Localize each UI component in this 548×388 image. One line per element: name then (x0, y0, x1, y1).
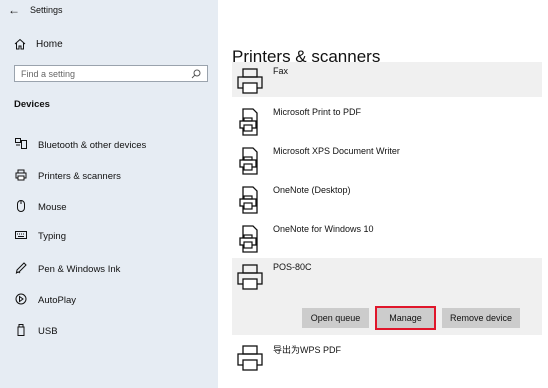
autoplay-icon (14, 293, 28, 308)
printer-item-onenote-win10[interactable]: OneNote for Windows 10 (232, 220, 542, 256)
printer-icon (237, 345, 263, 371)
window-title: Settings (30, 5, 63, 15)
home-icon (14, 38, 26, 50)
printer-name: 导出为WPS PDF (273, 345, 342, 355)
printer-item-onenote-desktop[interactable]: OneNote (Desktop) (232, 181, 542, 217)
title-bar: ← Settings (8, 3, 63, 17)
printer-item-fax[interactable]: Fax (232, 62, 542, 97)
printer-name: POS-80C (273, 262, 312, 272)
printer-name: Microsoft Print to PDF (273, 107, 362, 117)
printer-item-wps-pdf[interactable]: 导出为WPS PDF (232, 339, 542, 375)
printer-item-ms-print-to-pdf[interactable]: Microsoft Print to PDF (232, 103, 542, 139)
home-label: Home (36, 38, 63, 50)
search-icon (191, 69, 201, 78)
sidebar-item-mouse[interactable]: Mouse (14, 200, 67, 215)
settings-window: ← Settings Home Find a setting Devices B… (0, 0, 548, 388)
pen-icon (14, 262, 28, 277)
main-content: Printers & scanners Fax Microsoft Print … (218, 0, 548, 388)
document-printer-icon (239, 225, 258, 253)
sidebar-item-label: Bluetooth & other devices (38, 139, 147, 151)
manage-button[interactable]: Manage (375, 306, 436, 330)
search-placeholder: Find a setting (21, 68, 76, 79)
bluetooth-devices-icon (14, 138, 28, 152)
sidebar-item-label: Typing (38, 231, 66, 242)
mouse-icon (14, 200, 28, 215)
printer-icon (237, 68, 263, 94)
usb-icon (14, 324, 28, 339)
home-nav-item[interactable]: Home (14, 38, 63, 50)
printer-icon (14, 169, 28, 184)
sidebar-item-label: Pen & Windows Ink (38, 264, 121, 275)
printer-icon (237, 264, 263, 290)
sidebar-item-label: Mouse (38, 202, 67, 213)
sidebar-item-label: USB (38, 326, 58, 337)
document-printer-icon (239, 108, 258, 136)
printer-name: Fax (273, 66, 289, 76)
sidebar-item-usb[interactable]: USB (14, 324, 58, 339)
sidebar-item-typing[interactable]: Typing (14, 231, 66, 242)
devices-section-label: Devices (14, 99, 50, 110)
printer-name: OneNote (Desktop) (273, 185, 351, 195)
open-queue-button[interactable]: Open queue (302, 308, 369, 328)
document-printer-icon (239, 147, 258, 175)
keyboard-icon (14, 231, 28, 242)
printer-name: OneNote for Windows 10 (273, 224, 374, 234)
sidebar-item-label: Printers & scanners (38, 171, 121, 182)
sidebar-item-bluetooth[interactable]: Bluetooth & other devices (14, 138, 146, 152)
sidebar-item-label: AutoPlay (38, 295, 77, 306)
sidebar-item-printers[interactable]: Printers & scanners (14, 169, 121, 184)
document-printer-icon (239, 186, 258, 214)
search-input[interactable]: Find a setting (14, 65, 208, 82)
sidebar-item-autoplay[interactable]: AutoPlay (14, 293, 76, 308)
remove-device-button[interactable]: Remove device (442, 308, 520, 328)
back-arrow-icon[interactable]: ← (8, 3, 20, 17)
sidebar-item-pen[interactable]: Pen & Windows Ink (14, 262, 120, 277)
printer-name: Microsoft XPS Document Writer (273, 146, 400, 156)
printer-item-ms-xps[interactable]: Microsoft XPS Document Writer (232, 142, 542, 178)
sidebar: ← Settings Home Find a setting Devices B… (0, 0, 218, 388)
